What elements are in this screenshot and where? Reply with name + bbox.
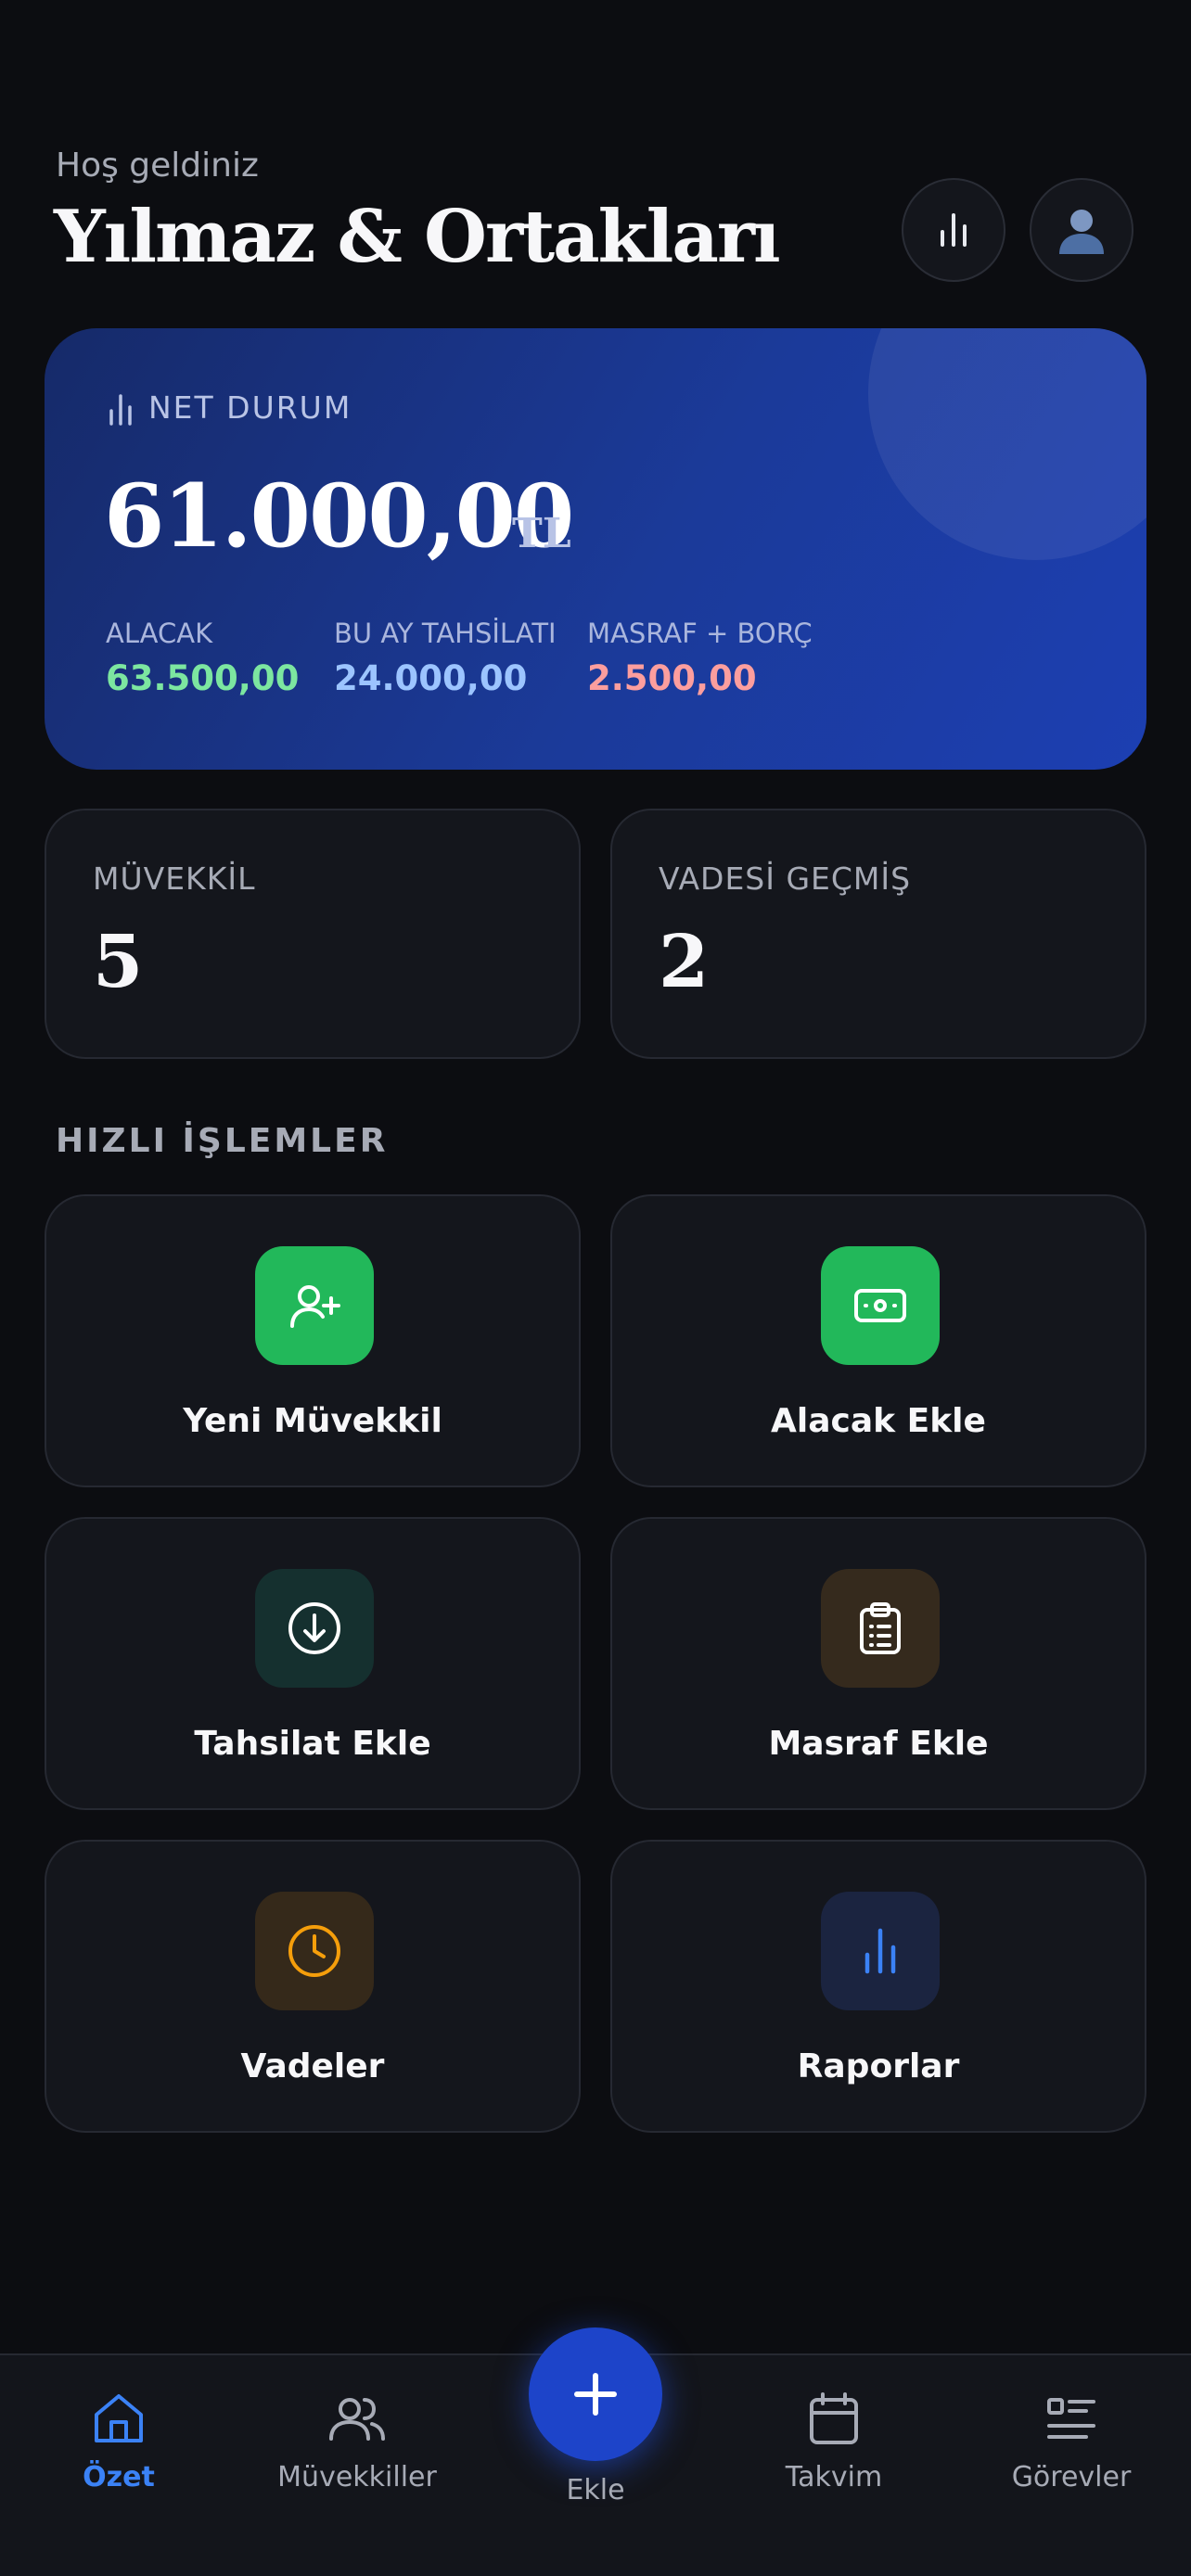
expense-debt-stat: MASRAF + BORÇ 2.500,00 (587, 618, 813, 698)
tile-label: Yeni Müvekkil (183, 1402, 442, 1440)
money-icon (821, 1246, 940, 1365)
stat-label: MASRAF + BORÇ (587, 618, 813, 649)
users-icon (329, 2398, 385, 2441)
count-label: VADESİ GEÇMİŞ (659, 861, 912, 897)
nav-label: Görevler (1011, 2461, 1132, 2493)
add-collection-button[interactable]: Tahsilat Ekle (45, 1517, 581, 1810)
stat-label: BU AY TAHSİLATI (334, 618, 557, 649)
count-label: MÜVEKKİL (93, 861, 256, 897)
clock-icon (255, 1892, 374, 2010)
tile-label: Vadeler (240, 2047, 385, 2085)
add-expense-button[interactable]: Masraf Ekle (610, 1517, 1146, 1810)
net-status-card[interactable]: NET DURUM 61.000,00 TL ALACAK 63.500,00 … (45, 328, 1146, 770)
nav-label: Takvim (785, 2461, 883, 2493)
tile-label: Raporlar (797, 2047, 960, 2085)
stat-value: 24.000,00 (334, 658, 528, 698)
overdue-count-card[interactable]: VADESİ GEÇMİŞ 2 (610, 809, 1146, 1059)
new-client-button[interactable]: Yeni Müvekkil (45, 1194, 581, 1487)
count-value: 5 (93, 920, 144, 1004)
tile-label: Alacak Ekle (771, 1402, 986, 1440)
stat-value: 63.500,00 (106, 658, 300, 698)
receivable-stat: ALACAK 63.500,00 (106, 618, 299, 698)
bar-chart-icon (109, 394, 132, 426)
calendar-icon (810, 2392, 858, 2444)
nav-label: Müvekkiller (277, 2461, 437, 2493)
add-fab-button[interactable] (529, 2327, 662, 2461)
count-value: 2 (659, 920, 710, 1004)
profile-button[interactable] (1030, 178, 1133, 282)
stat-value: 2.500,00 (587, 658, 757, 698)
greeting-text: Hoş geldiniz (56, 147, 259, 185)
net-status-label: NET DURUM (148, 389, 352, 426)
quick-actions-title: HIZLI İŞLEMLER (56, 1122, 389, 1160)
bar-chart-icon (941, 213, 967, 247)
stats-button[interactable] (902, 178, 1005, 282)
net-amount: 61.000,00 (104, 465, 574, 567)
nav-tasks[interactable]: Görevler (965, 2389, 1178, 2509)
bar-chart-icon (821, 1892, 940, 2010)
nav-clients[interactable]: Müvekkiller (250, 2389, 464, 2509)
add-receivable-button[interactable]: Alacak Ekle (610, 1194, 1146, 1487)
reports-button[interactable]: Raporlar (610, 1840, 1146, 2133)
nav-summary[interactable]: Özet (12, 2389, 225, 2509)
monthly-collection-stat: BU AY TAHSİLATI 24.000,00 (334, 618, 557, 698)
decorative-circle (868, 328, 1146, 560)
home-icon (95, 2394, 143, 2442)
nav-label: Özet (83, 2461, 155, 2493)
tile-label: Masraf Ekle (768, 1725, 989, 1763)
stat-label: ALACAK (106, 618, 213, 649)
nav-calendar[interactable]: Takvim (727, 2389, 941, 2509)
task-list-icon (1047, 2398, 1095, 2439)
user-avatar-icon (1059, 210, 1104, 254)
add-user-icon (255, 1246, 374, 1365)
net-currency: TL (512, 510, 571, 557)
tile-label: Tahsilat Ekle (194, 1725, 431, 1763)
client-count-card[interactable]: MÜVEKKİL 5 (45, 809, 581, 1059)
clipboard-icon (821, 1569, 940, 1688)
add-fab-label: Ekle (566, 2474, 625, 2506)
net-status-label-row: NET DURUM (106, 389, 352, 426)
due-dates-button[interactable]: Vadeler (45, 1840, 581, 2133)
plus-icon (574, 2373, 617, 2416)
download-circle-icon (255, 1569, 374, 1688)
firm-name: Yılmaz & Ortakları (54, 195, 781, 279)
